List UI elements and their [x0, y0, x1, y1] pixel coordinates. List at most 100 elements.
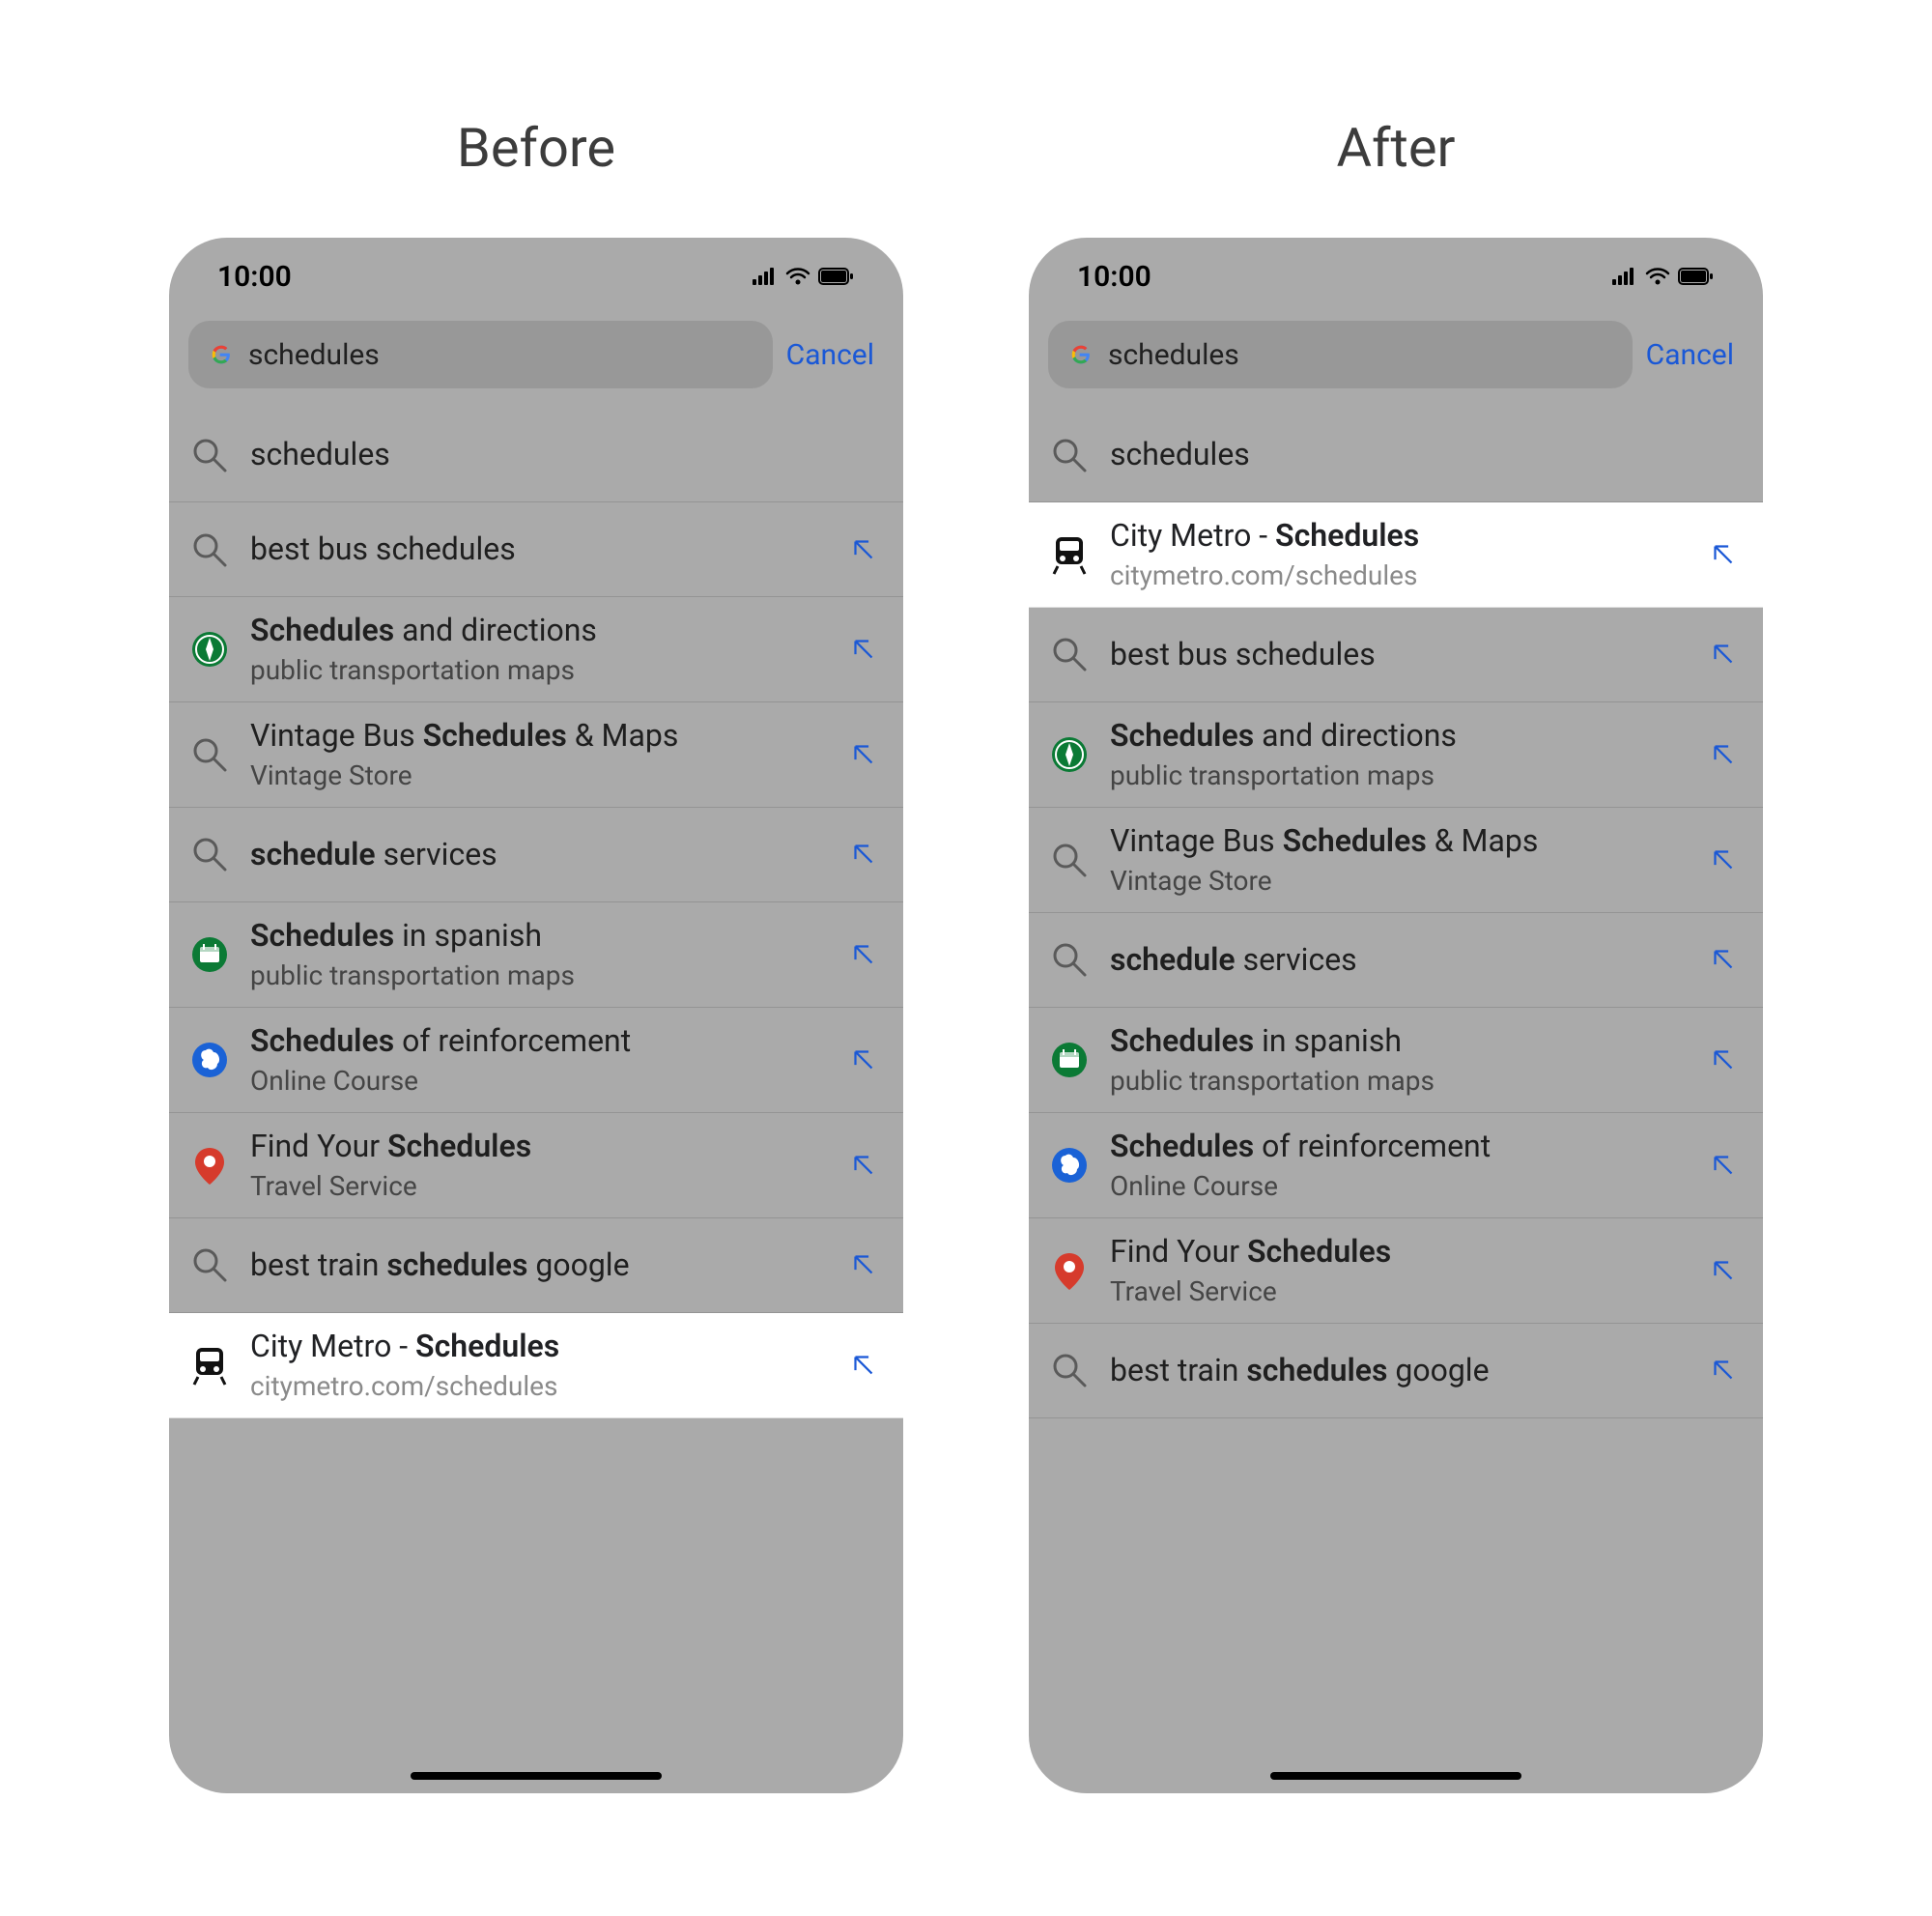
suggestion-title-bold: Schedules	[387, 1128, 531, 1164]
suggestion-title-bold: Schedules	[1110, 717, 1254, 754]
home-indicator[interactable]	[411, 1772, 662, 1780]
brain-icon	[188, 1039, 231, 1081]
arrow-up-left-icon[interactable]	[847, 738, 880, 771]
suggestion-title: Find Your Schedules	[250, 1127, 828, 1167]
home-indicator[interactable]	[1270, 1772, 1521, 1780]
suggestion-title-post: and directions	[1254, 717, 1457, 754]
suggestions-list: schedulesCity Metro - Schedulescitymetro…	[1029, 408, 1763, 1418]
status-time: 10:00	[1077, 260, 1151, 294]
status-icons	[753, 266, 855, 287]
arrow-up-left-icon[interactable]	[847, 1044, 880, 1076]
suggestion-row[interactable]: City Metro - Schedulescitymetro.com/sche…	[169, 1313, 903, 1418]
arrow-up-left-icon[interactable]	[847, 938, 880, 971]
suggestion-row[interactable]: schedule services	[169, 808, 903, 902]
suggestions-list: schedules best bus schedules Schedules and…	[169, 408, 903, 1418]
suggestion-row[interactable]: schedules	[169, 408, 903, 502]
arrow-up-left-icon[interactable]	[847, 1349, 880, 1382]
search-icon	[1048, 1349, 1091, 1391]
suggestion-subtitle: Online Course	[250, 1064, 828, 1099]
suggestion-row[interactable]: Find Your Schedules Travel Service	[1029, 1218, 1763, 1324]
suggestion-row[interactable]: Schedules and directionspublic transport…	[169, 597, 903, 702]
suggestion-title-bold: Schedules	[250, 917, 394, 954]
suggestion-title-bold: schedules	[1246, 1352, 1387, 1388]
search-icon	[1048, 839, 1091, 881]
suggestion-subtitle: public transportation maps	[1110, 1064, 1688, 1099]
arrow-up-left-icon[interactable]	[847, 533, 880, 566]
suggestion-row[interactable]: Schedules in spanishpublic transportatio…	[1029, 1008, 1763, 1113]
search-icon	[188, 434, 231, 476]
suggestion-content: Schedules of reinforcementOnline Course	[250, 1021, 828, 1099]
suggestion-row[interactable]: Find Your SchedulesTravel Service	[169, 1113, 903, 1218]
suggestion-title: Vintage Bus Schedules & Maps	[1110, 821, 1688, 862]
suggestion-title-post: schedules	[250, 436, 390, 472]
suggestion-subtitle: public transportation maps	[250, 958, 828, 993]
suggestion-title: City Metro - Schedules	[250, 1327, 828, 1367]
arrow-up-left-icon[interactable]	[1707, 538, 1740, 571]
arrow-up-left-icon[interactable]	[847, 633, 880, 666]
suggestion-title: best train schedules google	[250, 1245, 828, 1286]
suggestion-subtitle: Travel Service	[1110, 1274, 1688, 1309]
suggestion-title: schedule services	[250, 835, 828, 875]
suggestion-title-bold: schedule	[250, 836, 376, 872]
battery-icon	[818, 266, 855, 287]
suggestion-subtitle: public transportation maps	[250, 653, 828, 688]
suggestion-title-pre: best train	[1110, 1352, 1246, 1388]
suggestion-row[interactable]: best train schedules google	[169, 1218, 903, 1313]
arrow-up-left-icon[interactable]	[1707, 943, 1740, 976]
suggestion-title-bold: Schedules	[1247, 1233, 1391, 1270]
suggestion-row[interactable]: Vintage Bus Schedules & MapsVintage Stor…	[169, 702, 903, 808]
suggestion-subtitle: citymetro.com/schedules	[250, 1369, 828, 1404]
search-icon	[1048, 434, 1091, 476]
suggestion-subtitle: Travel Service	[250, 1169, 828, 1204]
arrow-up-left-icon[interactable]	[847, 838, 880, 871]
suggestion-row[interactable]: Schedules in spanishpublic transportatio…	[169, 902, 903, 1008]
arrow-up-left-icon[interactable]	[1707, 1354, 1740, 1387]
suggestion-title-pre: best bus schedules	[250, 530, 516, 567]
suggestion-row[interactable]: best bus schedules	[1029, 608, 1763, 702]
suggestion-title-bold: schedules	[386, 1246, 527, 1283]
arrow-up-left-icon[interactable]	[1707, 738, 1740, 771]
arrow-up-left-icon[interactable]	[1707, 1254, 1740, 1287]
arrow-up-left-icon[interactable]	[847, 1149, 880, 1182]
suggestion-row[interactable]: Vintage Bus Schedules & MapsVintage Stor…	[1029, 808, 1763, 913]
suggestion-row[interactable]: Schedules of reinforcement Online Course	[1029, 1113, 1763, 1218]
suggestion-title-bold: Schedules	[250, 1022, 394, 1059]
suggestion-content: best bus schedules	[1110, 635, 1688, 675]
suggestion-title-bold: Schedules	[1110, 1128, 1254, 1164]
suggestion-content: schedule services	[1110, 940, 1688, 981]
suggestion-content: Schedules of reinforcement Online Course	[1110, 1127, 1688, 1204]
suggestion-title-pre: Find Your	[1110, 1233, 1247, 1270]
cancel-button[interactable]: Cancel	[786, 338, 884, 372]
search-row: schedules Cancel	[1029, 315, 1763, 408]
suggestion-title-post: and directions	[394, 612, 597, 648]
arrow-up-left-icon[interactable]	[847, 1248, 880, 1281]
suggestion-title-post: services	[376, 836, 497, 872]
status-time: 10:00	[217, 260, 292, 294]
arrow-up-left-icon[interactable]	[1707, 844, 1740, 876]
suggestion-row[interactable]: best bus schedules	[169, 502, 903, 597]
arrow-up-left-icon[interactable]	[1707, 638, 1740, 671]
calendar-icon	[1048, 1039, 1091, 1081]
battery-icon	[1678, 266, 1715, 287]
arrow-up-left-icon[interactable]	[1707, 1044, 1740, 1076]
search-input[interactable]: schedules	[1048, 321, 1633, 388]
suggestion-title-post: of reinforcement	[1254, 1128, 1491, 1164]
suggestion-content: best bus schedules	[250, 529, 828, 570]
cancel-button[interactable]: Cancel	[1646, 338, 1744, 372]
suggestion-subtitle: Online Course	[1110, 1169, 1688, 1204]
suggestion-row[interactable]: schedules	[1029, 408, 1763, 502]
suggestion-row[interactable]: best train schedules google	[1029, 1324, 1763, 1418]
suggestion-row[interactable]: City Metro - Schedulescitymetro.com/sche…	[1029, 502, 1763, 608]
before-title: Before	[169, 116, 903, 180]
suggestion-title-post: google	[527, 1246, 629, 1283]
suggestion-row[interactable]: Schedules and directionspublic transport…	[1029, 702, 1763, 808]
suggestion-title: Schedules and directions	[1110, 716, 1688, 757]
arrow-up-left-icon[interactable]	[1707, 1149, 1740, 1182]
suggestion-row[interactable]: schedule services	[1029, 913, 1763, 1008]
suggestion-content: Schedules in spanishpublic transportatio…	[250, 916, 828, 993]
suggestion-subtitle: Vintage Store	[250, 758, 828, 793]
suggestion-row[interactable]: Schedules of reinforcementOnline Course	[169, 1008, 903, 1113]
pin-icon	[188, 1144, 231, 1187]
search-input[interactable]: schedules	[188, 321, 773, 388]
suggestion-content: best train schedules google	[1110, 1351, 1688, 1391]
